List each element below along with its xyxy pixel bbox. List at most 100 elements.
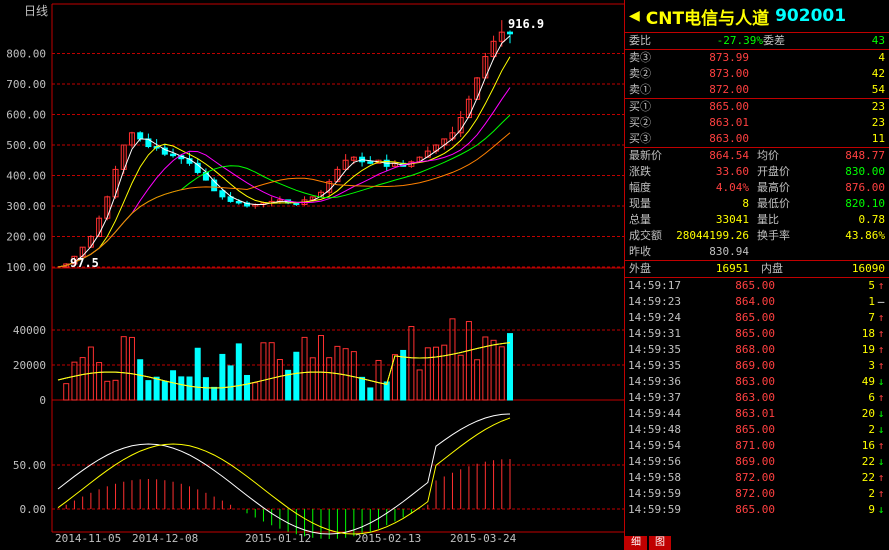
- volume-bar: [490, 339, 497, 401]
- low-price-label: 97.5: [70, 256, 99, 270]
- tick-row[interactable]: 14:59:37 863.00 6 ↑: [625, 390, 889, 406]
- volume-bar: [326, 357, 333, 401]
- buy-order-volume: 11: [871, 132, 885, 145]
- tick-row[interactable]: 14:59:24 865.00 7 ↑: [625, 310, 889, 326]
- quote-stat-row: 最新价 864.54 均价 848.77: [625, 148, 889, 164]
- volume-bar: [211, 386, 218, 401]
- high-price-label: 916.9: [508, 17, 544, 31]
- quote-stat-row: 成交额 28044199.26 换手率 43.86%: [625, 228, 889, 244]
- tick-volume: 9: [868, 503, 875, 516]
- order-ratio-value: -27.39%: [716, 34, 763, 47]
- tick-row[interactable]: 14:59:56 869.00 22 ↓: [625, 454, 889, 470]
- date-axis-label: 2014-12-08: [132, 532, 198, 545]
- volume-bar: [465, 321, 472, 401]
- quote-stat-value: 830.00: [845, 165, 885, 178]
- tick-row[interactable]: 14:59:35 869.00 3 ↑: [625, 358, 889, 374]
- tick-price: 871.00: [735, 439, 775, 452]
- tick-row[interactable]: 14:59:23 864.00 1—: [625, 294, 889, 310]
- quote-panel: ◀ CNT电信与人道 902001 委比 -27.39% 委差 43 卖③ 873…: [624, 0, 889, 550]
- tick-direction-icon: ↓: [877, 503, 885, 516]
- tick-time: 14:59:23: [628, 295, 681, 308]
- tick-price: 869.00: [735, 455, 775, 468]
- tick-time: 14:59:44: [628, 407, 681, 420]
- volume-bar: [161, 381, 168, 401]
- date-axis-label: 2014-11-05: [55, 532, 121, 545]
- tick-row[interactable]: 14:59:58 872.00 22 ↑: [625, 470, 889, 486]
- panel-tab[interactable]: 细: [625, 536, 647, 550]
- tick-row[interactable]: 14:59:59 872.00 2 ↑: [625, 486, 889, 502]
- volume-bar: [433, 346, 440, 401]
- prev-close-label: 昨收: [629, 245, 651, 258]
- date-axis-label: 2015-03-24: [450, 532, 517, 545]
- tick-volume: 22: [861, 455, 875, 468]
- tick-direction-icon: ↑: [877, 471, 885, 484]
- tick-row[interactable]: 14:59:31 865.00 18 ↑: [625, 326, 889, 342]
- tick-row[interactable]: 14:59:35 868.00 19 ↑: [625, 342, 889, 358]
- moving-average-line: [57, 114, 511, 268]
- quote-stat-value: 28044199.26: [676, 229, 749, 242]
- volume-bar: [235, 343, 242, 401]
- tick-row[interactable]: 14:59:54 871.00 16 ↑: [625, 438, 889, 454]
- quote-stat-value: 820.10: [845, 197, 885, 210]
- tick-direction-icon: ↑: [877, 439, 885, 452]
- tick-time: 14:59:59: [628, 503, 681, 516]
- tick-volume: 19: [861, 343, 875, 356]
- volume-bar: [408, 326, 415, 401]
- date-axis-label: 2015-01-12: [245, 532, 311, 545]
- tick-price: 863.00: [735, 375, 775, 388]
- tick-volume: 1: [868, 295, 875, 308]
- buy-order-row[interactable]: 买② 863.01 23: [625, 115, 889, 131]
- tick-list[interactable]: 14:59:17 865.00 5 ↑ 14:59:23 864.00 1—14:59:24…: [625, 278, 889, 518]
- quote-stat-value: 8: [742, 197, 749, 210]
- order-diff-value: 43: [871, 34, 885, 47]
- volume-bar: [186, 376, 193, 401]
- tick-row[interactable]: 14:59:17 865.00 5 ↑: [625, 278, 889, 294]
- tick-row[interactable]: 14:59:48 865.00 2 ↓: [625, 422, 889, 438]
- tick-price: 865.00: [735, 279, 775, 292]
- volume-bar: [424, 347, 431, 401]
- quote-stat-value: 33041: [715, 213, 749, 226]
- volume-bar: [268, 342, 275, 401]
- tick-time: 14:59:37: [628, 391, 681, 404]
- tick-time: 14:59:24: [628, 311, 681, 324]
- buy-order-row[interactable]: 买③ 863.00 11: [625, 131, 889, 147]
- tick-row[interactable]: 14:59:44 863.01 20 ↓: [625, 406, 889, 422]
- tick-time: 14:59:35: [628, 343, 681, 356]
- volume-bar: [178, 376, 185, 401]
- candle-body: [137, 132, 144, 140]
- tick-time: 14:59:35: [628, 359, 681, 372]
- panel-tabs: 细图: [625, 536, 673, 550]
- tick-price: 872.00: [735, 471, 775, 484]
- stock-code: 902001: [775, 6, 847, 26]
- volume-axis-label: 40000: [13, 324, 46, 337]
- tick-volume: 16: [861, 439, 875, 452]
- indicator-line: [57, 417, 511, 535]
- price-axis-label: 800.00: [6, 48, 46, 61]
- tick-direction-icon: ↑: [877, 487, 885, 500]
- sell-order-row[interactable]: 卖① 872.00 54: [625, 82, 889, 98]
- volume-bar: [96, 362, 103, 401]
- quote-stat-label: 最低价: [757, 197, 790, 210]
- candle-body: [219, 190, 226, 198]
- tick-row[interactable]: 14:59:36 863.00 49 ↓: [625, 374, 889, 390]
- indicator-axis-label: 0.00: [20, 503, 47, 516]
- volume-bar: [145, 380, 152, 401]
- tick-direction-icon: ↑: [877, 327, 885, 340]
- panel-tab[interactable]: 图: [649, 536, 671, 550]
- date-axis-label: 2015-02-13: [355, 532, 421, 545]
- volume-axis-label: 20000: [13, 359, 46, 372]
- buy-order-label: 买②: [629, 116, 651, 129]
- kline-chart[interactable]: 800.00 700.00 600.00 500.00 400.00 300.00 200.…: [0, 0, 624, 550]
- sell-order-row[interactable]: 卖② 873.00 42: [625, 66, 889, 82]
- sell-order-volume: 4: [878, 51, 885, 64]
- quote-stat-label: 开盘价: [757, 165, 790, 178]
- volume-bar: [104, 380, 111, 401]
- buy-order-row[interactable]: 买① 865.00 23: [625, 99, 889, 115]
- sell-order-row[interactable]: 卖③ 873.99 4: [625, 50, 889, 66]
- tick-row[interactable]: 14:59:59 865.00 9 ↓: [625, 502, 889, 518]
- title-arrow-icon: ◀: [629, 8, 640, 24]
- price-axis-label: 100.00: [6, 261, 46, 274]
- tick-volume: 2: [868, 487, 875, 500]
- buy-order-label: 买③: [629, 132, 651, 145]
- price-axis-label: 600.00: [6, 109, 46, 122]
